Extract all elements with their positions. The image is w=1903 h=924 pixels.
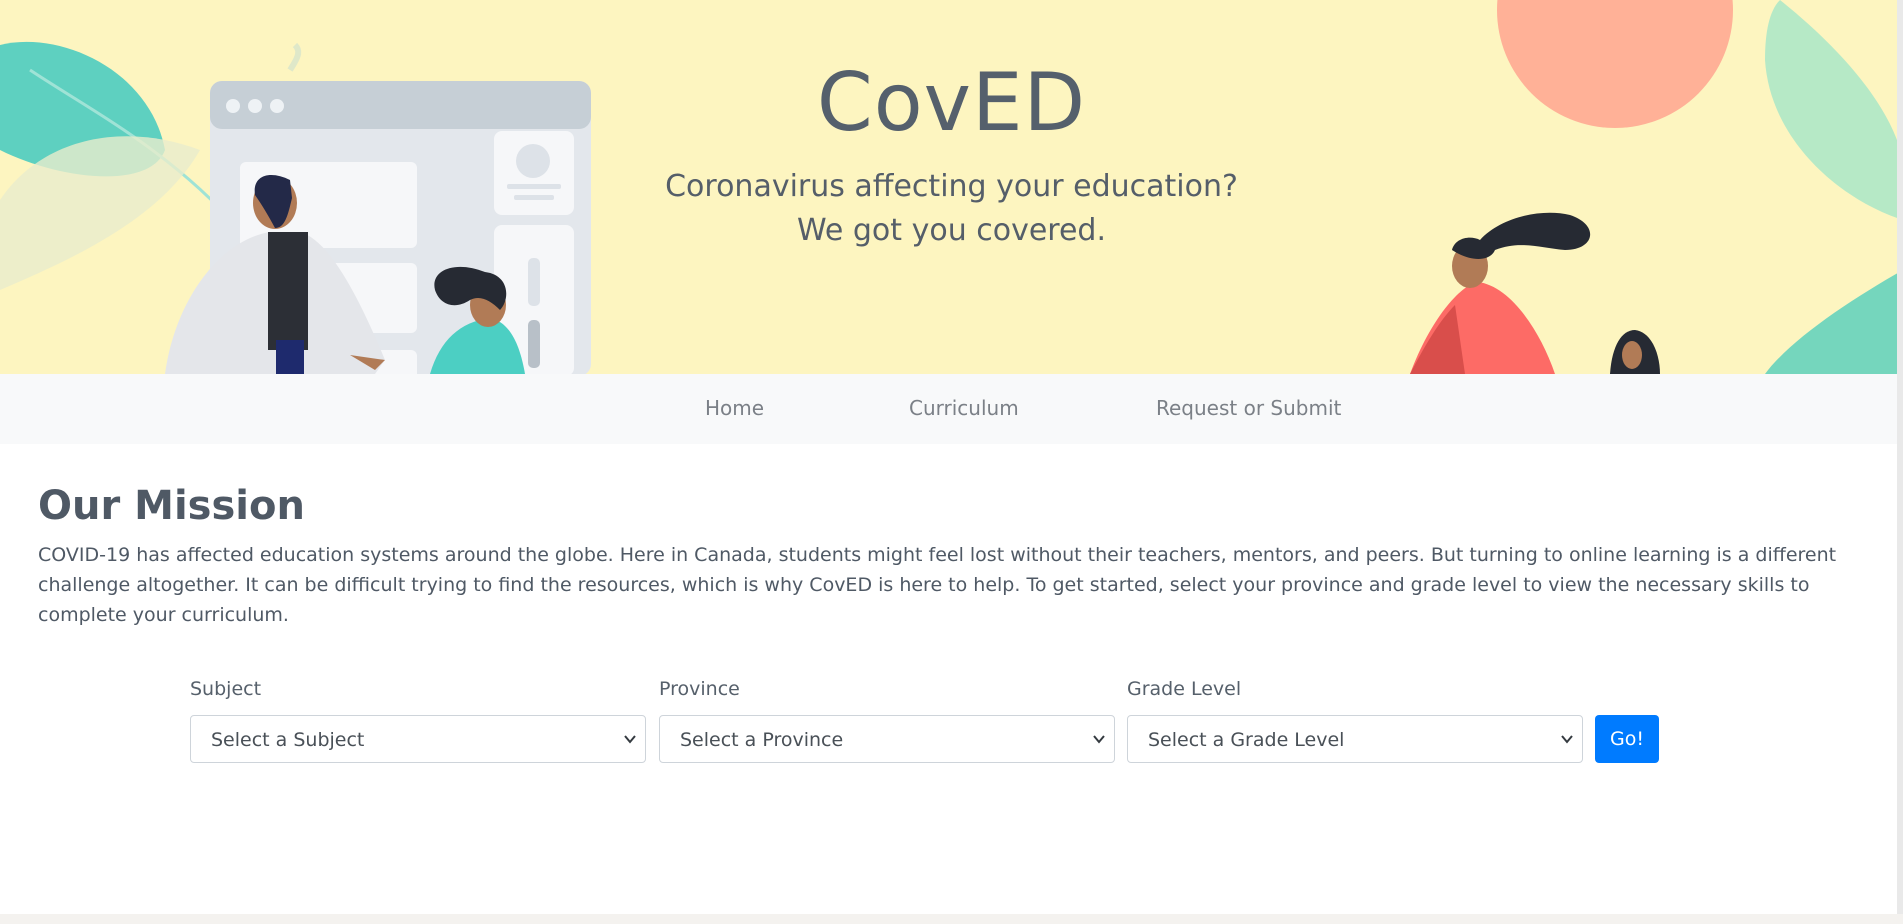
mission-paragraph: COVID-19 has affected education systems … xyxy=(38,544,1837,626)
mission-heading: Our Mission xyxy=(38,483,305,529)
chevron-down-icon xyxy=(1561,735,1573,744)
hero-tagline-line-2: We got you covered. xyxy=(796,213,1107,248)
hero-banner: CovED Coronavirus affecting your educati… xyxy=(0,0,1903,374)
subject-select-value: Select a Subject xyxy=(211,729,365,751)
grade-level-select-value: Select a Grade Level xyxy=(1148,729,1345,751)
province-select-value: Select a Province xyxy=(680,729,844,751)
hero-tagline-line-1: Coronavirus affecting your education? xyxy=(665,169,1238,204)
nav-link-curriculum[interactable]: Curriculum xyxy=(909,396,1019,420)
main-nav: Home Curriculum Request or Submit xyxy=(0,374,1903,444)
chevron-down-icon xyxy=(624,735,636,744)
nav-link-request-or-submit[interactable]: Request or Submit xyxy=(1156,396,1341,420)
chevron-down-icon xyxy=(1093,735,1105,744)
scrollbar[interactable] xyxy=(1897,0,1903,914)
subject-select[interactable]: Select a Subject xyxy=(190,715,646,763)
nav-link-home[interactable]: Home xyxy=(705,396,764,420)
subject-label: Subject xyxy=(190,678,262,700)
site-title: CovED xyxy=(816,56,1087,149)
page: CovED Coronavirus affecting your educati… xyxy=(0,0,1903,914)
grade-level-label: Grade Level xyxy=(1127,678,1242,700)
province-select[interactable]: Select a Province xyxy=(659,715,1115,763)
province-label: Province xyxy=(659,678,740,700)
grade-level-select[interactable]: Select a Grade Level xyxy=(1127,715,1583,763)
go-button[interactable]: Go! xyxy=(1595,715,1659,763)
